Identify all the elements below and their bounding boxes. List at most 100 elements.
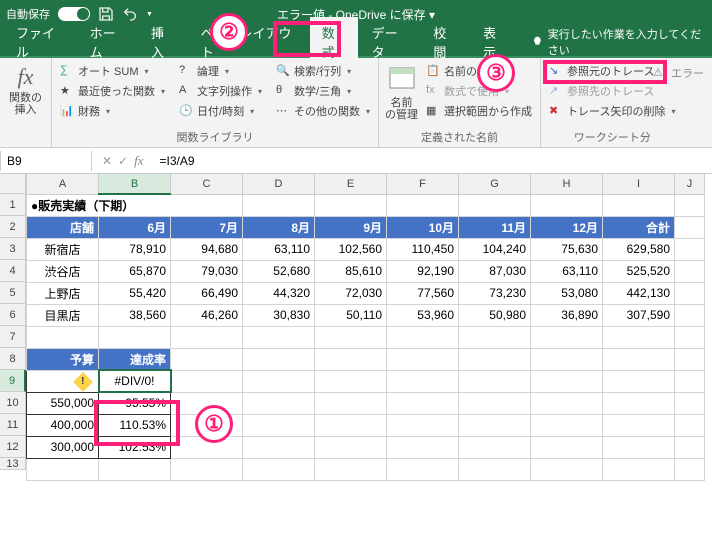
row-header[interactable]: 5 bbox=[0, 282, 26, 304]
col-header[interactable]: H bbox=[531, 174, 603, 194]
text-functions-button[interactable]: A文字列操作▾ bbox=[177, 82, 264, 100]
col-header[interactable]: A bbox=[27, 174, 99, 194]
cell[interactable]: 300,000 bbox=[27, 436, 99, 458]
cell[interactable]: 110,450 bbox=[387, 238, 459, 260]
cell[interactable]: 50,980 bbox=[459, 304, 531, 326]
cell[interactable]: 予算 bbox=[27, 348, 99, 370]
cell[interactable]: 63,110 bbox=[531, 260, 603, 282]
col-header[interactable]: J bbox=[675, 174, 705, 194]
cell[interactable]: 442,130 bbox=[603, 282, 675, 304]
logical-button[interactable]: ?論理▾ bbox=[177, 62, 264, 80]
datetime-button[interactable]: 🕒日付/時刻▾ bbox=[177, 102, 264, 120]
row-header[interactable]: 4 bbox=[0, 260, 26, 282]
cell[interactable]: 44,320 bbox=[243, 282, 315, 304]
cell[interactable]: ! bbox=[27, 370, 99, 392]
cell[interactable]: 達成率 bbox=[99, 348, 171, 370]
cells-grid[interactable]: A B C D E F G H I J ●販売実績（下期） 店舗 6月 7月 8… bbox=[26, 174, 705, 481]
cell[interactable]: 11月 bbox=[459, 216, 531, 238]
cell[interactable]: 87,030 bbox=[459, 260, 531, 282]
lookup-button[interactable]: 🔍検索/行列▾ bbox=[274, 62, 372, 80]
cell[interactable]: 46,260 bbox=[171, 304, 243, 326]
more-functions-button[interactable]: ⋯その他の関数▾ bbox=[274, 102, 372, 120]
col-header[interactable]: G bbox=[459, 174, 531, 194]
recent-functions-button[interactable]: ★最近使った関数▾ bbox=[58, 82, 167, 100]
remove-arrows-button[interactable]: ✖トレース矢印の削除▾ bbox=[547, 102, 677, 120]
cell[interactable]: 目黒店 bbox=[27, 304, 99, 326]
cell[interactable]: 63,110 bbox=[243, 238, 315, 260]
cell[interactable]: 7月 bbox=[171, 216, 243, 238]
col-header[interactable]: C bbox=[171, 174, 243, 194]
col-header[interactable]: B bbox=[99, 174, 171, 194]
error-indicator-icon[interactable]: ! bbox=[73, 372, 93, 392]
cell[interactable]: 104,240 bbox=[459, 238, 531, 260]
row-header[interactable]: 3 bbox=[0, 238, 26, 260]
cell[interactable]: 渋谷店 bbox=[27, 260, 99, 282]
trace-dependents-button[interactable]: ↗参照先のトレース bbox=[547, 82, 677, 100]
cell[interactable]: 73,230 bbox=[459, 282, 531, 304]
cell[interactable]: 38,560 bbox=[99, 304, 171, 326]
cell[interactable]: 52,680 bbox=[243, 260, 315, 282]
cell-selected[interactable]: #DIV/0! bbox=[99, 370, 171, 392]
col-header[interactable]: E bbox=[315, 174, 387, 194]
cell[interactable]: 94,680 bbox=[171, 238, 243, 260]
cell[interactable]: 合計 bbox=[603, 216, 675, 238]
enter-icon[interactable]: ✓ bbox=[118, 154, 128, 168]
row-header[interactable]: 7 bbox=[0, 326, 26, 348]
cell[interactable]: 75,630 bbox=[531, 238, 603, 260]
row-header[interactable]: 11 bbox=[0, 414, 26, 436]
cell[interactable]: 110.53% bbox=[99, 414, 171, 436]
cell[interactable]: 上野店 bbox=[27, 282, 99, 304]
cell[interactable]: 30,830 bbox=[243, 304, 315, 326]
row-header[interactable]: 13 bbox=[0, 458, 26, 470]
create-from-selection-button[interactable]: ▦選択範囲から作成 bbox=[424, 102, 534, 120]
cell[interactable]: 79,030 bbox=[171, 260, 243, 282]
cancel-icon[interactable]: ✕ bbox=[102, 154, 112, 168]
cell[interactable]: 400,000 bbox=[27, 414, 99, 436]
row-header[interactable]: 9 bbox=[0, 370, 26, 392]
cell[interactable]: 66,490 bbox=[171, 282, 243, 304]
insert-function-icon[interactable]: fx bbox=[6, 62, 45, 92]
cell[interactable]: 307,590 bbox=[603, 304, 675, 326]
cell[interactable]: 新宿店 bbox=[27, 238, 99, 260]
cell[interactable]: 102,560 bbox=[315, 238, 387, 260]
cell[interactable]: 77,560 bbox=[387, 282, 459, 304]
cell[interactable]: 78,910 bbox=[99, 238, 171, 260]
autosum-button[interactable]: ∑オート SUM▾ bbox=[58, 62, 167, 80]
fx-icon[interactable]: fx bbox=[134, 153, 143, 169]
row-header[interactable]: 10 bbox=[0, 392, 26, 414]
cell[interactable]: ●販売実績（下期） bbox=[27, 194, 243, 216]
cell[interactable]: 85,610 bbox=[315, 260, 387, 282]
cell[interactable]: 50,110 bbox=[315, 304, 387, 326]
name-box[interactable]: B9 bbox=[0, 151, 92, 171]
col-header[interactable]: I bbox=[603, 174, 675, 194]
cell[interactable]: 12月 bbox=[531, 216, 603, 238]
cell[interactable]: 525,520 bbox=[603, 260, 675, 282]
cell[interactable]: 629,580 bbox=[603, 238, 675, 260]
cell[interactable]: 95.55% bbox=[99, 392, 171, 414]
error-checking-button[interactable]: ⚠エラー bbox=[651, 64, 706, 82]
cell[interactable]: 6月 bbox=[99, 216, 171, 238]
financial-button[interactable]: 📊財務▾ bbox=[58, 102, 167, 120]
row-header[interactable]: 12 bbox=[0, 436, 26, 458]
cell[interactable]: 店舗 bbox=[27, 216, 99, 238]
tell-me-box[interactable]: 実行したい作業を入力してください bbox=[531, 26, 708, 58]
cell[interactable]: 65,870 bbox=[99, 260, 171, 282]
col-header[interactable]: F bbox=[387, 174, 459, 194]
cell[interactable]: 92,190 bbox=[387, 260, 459, 282]
row-header[interactable]: 2 bbox=[0, 216, 26, 238]
select-all-corner[interactable] bbox=[0, 174, 26, 194]
cell[interactable]: 550,000 bbox=[27, 392, 99, 414]
use-in-formula-button[interactable]: fx数式で使用▾ bbox=[424, 82, 534, 100]
cell[interactable]: 8月 bbox=[243, 216, 315, 238]
cell[interactable]: 102.53% bbox=[99, 436, 171, 458]
formula-bar[interactable]: =I3/A9 bbox=[154, 151, 712, 171]
cell[interactable]: 72,030 bbox=[315, 282, 387, 304]
row-header[interactable]: 8 bbox=[0, 348, 26, 370]
worksheet[interactable]: 1 2 3 4 5 6 7 8 9 10 11 12 13 A B C D E … bbox=[0, 174, 712, 481]
row-header[interactable]: 1 bbox=[0, 194, 26, 216]
name-manager-icon[interactable] bbox=[386, 62, 418, 94]
cell[interactable]: 9月 bbox=[315, 216, 387, 238]
cell[interactable]: 53,960 bbox=[387, 304, 459, 326]
cell[interactable]: 36,890 bbox=[531, 304, 603, 326]
row-header[interactable]: 6 bbox=[0, 304, 26, 326]
